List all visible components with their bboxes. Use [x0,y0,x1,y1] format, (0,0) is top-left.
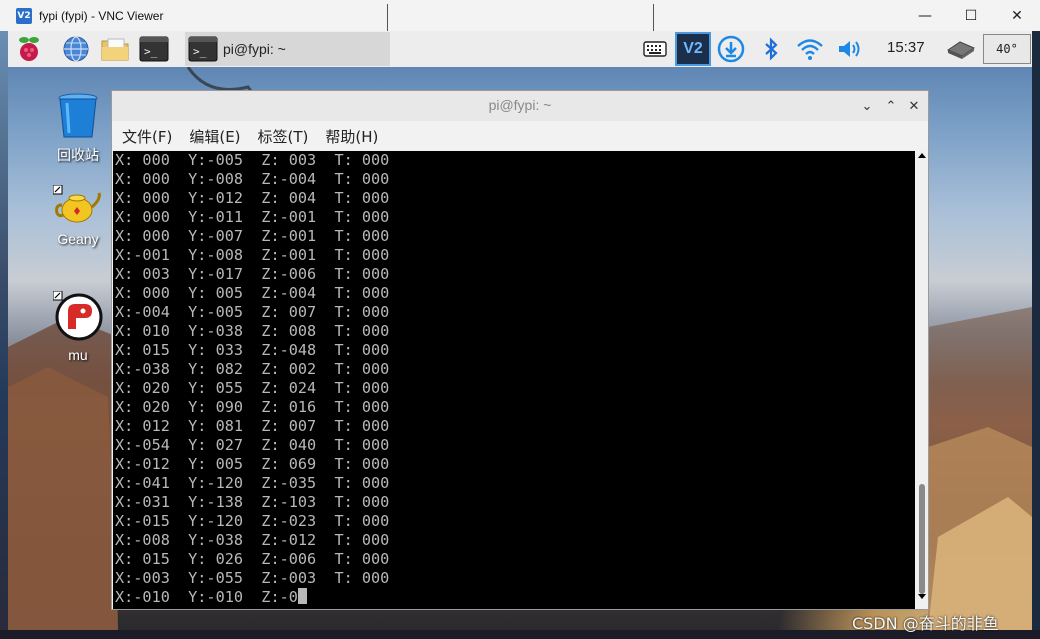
close-button[interactable]: ✕ [994,0,1040,31]
maximize-button[interactable]: ☐ [948,0,994,31]
desktop-icon-label: Geany [57,231,99,247]
window-controls: — ☐ ✕ [902,0,1040,31]
desktop-icon-trash[interactable]: 回收站 [43,91,113,165]
terminal-line: X: 000 Y:-007 Z:-001 T: 000 [115,227,390,245]
terminal-line: X:-003 Y:-055 Z:-003 T: 000 [115,569,390,587]
svg-text:>_: >_ [193,45,207,58]
terminal-line: X:-015 Y:-120 Z:-023 T: 000 [115,512,390,530]
terminal-close-button[interactable]: ✕ [905,96,923,116]
terminal-current-text: X:-010 Y:-010 Z:-0 [115,588,298,606]
vnc-server-tray-icon[interactable]: V2 [675,32,711,66]
terminal-title: pi@fypi: ~ [488,97,552,113]
terminal-line: X: 003 Y:-017 Z:-006 T: 000 [115,265,390,283]
terminal-line: X: 012 Y: 081 Z: 007 T: 000 [115,417,390,435]
terminal-line: X:-001 Y:-008 Z:-001 T: 000 [115,246,390,264]
raspberry-menu-icon[interactable] [14,34,44,64]
menu-file[interactable]: 文件(F) [122,126,172,147]
desktop-icon-geany[interactable]: Geany [43,184,113,247]
host-desktop-left-strip [0,31,8,639]
update-download-icon[interactable] [716,34,746,64]
terminal-line: X:-004 Y:-005 Z: 007 T: 000 [115,303,390,321]
terminal-line: X: 015 Y: 033 Z:-048 T: 000 [115,341,390,359]
minimize-button[interactable]: — [902,0,948,31]
keyboard-icon[interactable] [640,34,670,64]
taskbar-terminal-window-button[interactable]: >_ pi@fypi: ~ [185,32,390,66]
menu-edit[interactable]: 编辑(E) [189,126,240,147]
geany-teapot-icon [52,184,101,223]
terminal-titlebar[interactable]: pi@fypi: ~ ⌄ ⌃ ✕ [112,91,928,121]
terminal-line: X:-041 Y:-120 Z:-035 T: 000 [115,474,390,492]
taskbar-window-label: pi@fypi: ~ [223,41,286,57]
terminal-line: X:-012 Y: 005 Z: 069 T: 000 [115,455,390,473]
terminal-line: X:-038 Y: 082 Z: 002 T: 000 [115,360,390,378]
scroll-down-arrow-icon[interactable] [918,594,926,599]
menu-help[interactable]: 帮助(H) [325,126,378,147]
panel-clock[interactable]: 15:37 [887,39,925,56]
vnc-window-title: fypi (fypi) - VNC Viewer [39,8,164,23]
vnc-logo-icon: V2 [16,7,32,24]
vnc-tray-label: V2 [683,40,703,57]
terminal-menubar: 文件(F) 编辑(E) 标签(T) 帮助(H) [112,121,928,151]
terminal-cursor [297,588,307,604]
svg-text:>_: >_ [144,45,158,58]
terminal-icon: >_ [188,36,218,62]
terminal-line: X: 010 Y:-038 Z: 008 T: 000 [115,322,390,340]
scrollbar-thumb[interactable] [919,484,925,594]
terminal-line: X: 000 Y:-012 Z: 004 T: 000 [115,189,390,207]
mu-editor-icon [52,290,103,341]
terminal-line: X: 000 Y:-011 Z:-001 T: 000 [115,208,390,226]
desktop-icon-label: mu [68,347,88,363]
terminal-line: X:-008 Y:-038 Z:-012 T: 000 [115,531,390,549]
terminal-line: X:-054 Y: 027 Z: 040 T: 000 [115,436,390,454]
terminal-line: X: 020 Y: 055 Z: 024 T: 000 [115,379,390,397]
vnc-toolbar-dropdown[interactable] [387,4,654,34]
csdn-watermark: CSDN @奋斗的非鱼 [852,614,999,633]
terminal-output[interactable]: X: 000 Y:-005 Z: 003 T: 000 X: 000 Y:-008… [113,151,915,609]
web-browser-globe-icon[interactable] [61,34,91,64]
raspberry-pi-taskbar: >_ >_ pi@fypi: ~ V2 15:37 40° [8,31,1032,67]
terminal-line: X: 015 Y: 026 Z:-006 T: 000 [115,550,390,568]
host-desktop-right-strip [1032,31,1040,639]
terminal-line: X: 000 Y:-005 Z: 003 T: 000 [115,151,390,169]
terminal-minimize-button[interactable]: ⌄ [858,96,876,116]
volume-icon[interactable] [835,34,865,64]
desktop-icon-label: 回收站 [57,147,99,163]
scroll-up-arrow-icon[interactable] [918,153,926,158]
cpu-temperature-monitor[interactable]: 40° [983,34,1031,64]
file-manager-folder-icon[interactable] [100,34,130,64]
terminal-maximize-button[interactable]: ⌃ [882,96,900,116]
terminal-line: X:-031 Y:-138 Z:-103 T: 000 [115,493,390,511]
terminal-scrollbar[interactable] [916,151,928,609]
wifi-icon[interactable] [795,34,825,64]
terminal-window: pi@fypi: ~ ⌄ ⌃ ✕ 文件(F) 编辑(E) 标签(T) 帮助(H)… [111,90,929,610]
terminal-line: X: 000 Y: 005 Z:-004 T: 000 [115,284,390,302]
terminal-line: X: 000 Y:-008 Z:-004 T: 000 [115,170,390,188]
terminal-launcher-icon[interactable]: >_ [139,34,169,64]
desktop-icon-mu[interactable]: mu [43,290,113,363]
terminal-lines: X: 000 Y:-005 Z: 003 T: 000 X: 000 Y:-008… [115,151,389,607]
terminal-line: X: 020 Y: 090 Z: 016 T: 000 [115,398,390,416]
terminal-current-line: X:-010 Y:-010 Z:-0 [115,588,389,607]
bluetooth-icon[interactable] [756,34,786,64]
trash-icon [58,93,98,138]
eject-drive-icon[interactable] [946,34,976,64]
menu-tabs[interactable]: 标签(T) [258,126,309,147]
